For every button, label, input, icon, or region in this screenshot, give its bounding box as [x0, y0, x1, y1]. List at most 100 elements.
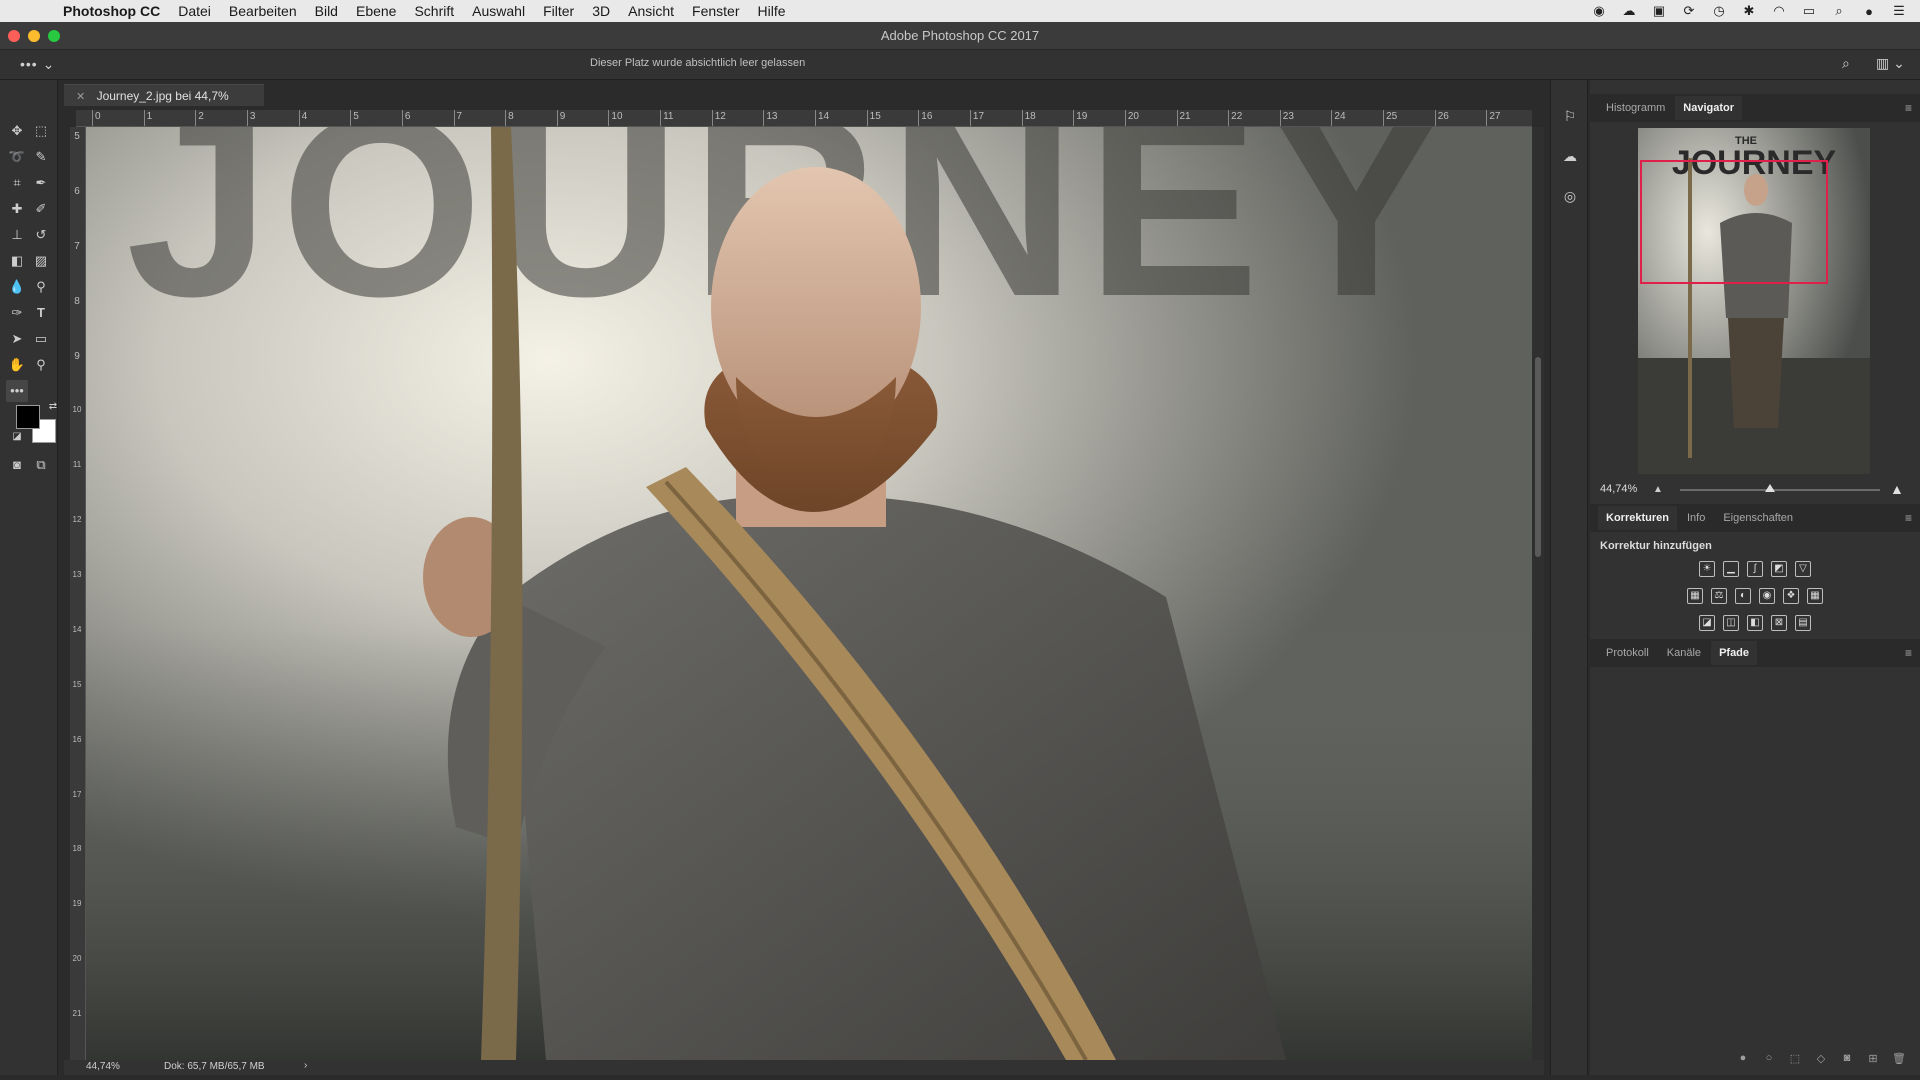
- selective-color-icon[interactable]: ⊠: [1771, 615, 1787, 631]
- gradient-map-icon[interactable]: ▤: [1795, 615, 1811, 631]
- vertical-scroll-thumb[interactable]: [1535, 357, 1541, 557]
- add-mask-icon[interactable]: ◙: [1840, 1052, 1854, 1066]
- make-work-path-icon[interactable]: ◇: [1814, 1052, 1828, 1066]
- screen-mode-icon[interactable]: ⧉: [30, 454, 52, 476]
- menu-schrift[interactable]: Schrift: [405, 0, 463, 22]
- history-brush-tool-icon[interactable]: ↺: [30, 224, 52, 246]
- hand-tool-icon[interactable]: ✋: [6, 354, 28, 376]
- exposure-icon[interactable]: ◩: [1771, 561, 1787, 577]
- zoom-out-mountain-icon[interactable]: ▲: [1653, 484, 1663, 495]
- status-zoom-value[interactable]: 44,74%: [86, 1061, 120, 1072]
- navigator-zoom-slider[interactable]: [1680, 484, 1880, 492]
- menu-hilfe[interactable]: Hilfe: [749, 0, 795, 22]
- tab-eigenschaften[interactable]: Eigenschaften: [1715, 506, 1801, 530]
- menu-3d[interactable]: 3D: [583, 0, 619, 22]
- siri-icon[interactable]: ●: [1860, 4, 1878, 19]
- creative-cloud-panel-icon[interactable]: ◎: [1560, 188, 1580, 208]
- brush-tool-icon[interactable]: ✐: [30, 198, 52, 220]
- crop-tool-icon[interactable]: ⌗: [6, 172, 28, 194]
- tab-histogramm[interactable]: Histogramm: [1598, 96, 1673, 120]
- rectangle-tool-icon[interactable]: ▭: [30, 328, 52, 350]
- tab-navigator[interactable]: Navigator: [1675, 96, 1743, 120]
- eyedropper-tool-icon[interactable]: ✒: [30, 172, 52, 194]
- menu-datei[interactable]: Datei: [169, 0, 220, 22]
- panel-menu-icon[interactable]: ≡: [1905, 101, 1912, 115]
- spotlight-search-icon[interactable]: ⌕: [1830, 3, 1848, 19]
- status-menu-arrow[interactable]: ›: [304, 1060, 307, 1071]
- panel-menu-icon[interactable]: ≡: [1905, 511, 1912, 525]
- stroke-path-icon[interactable]: ○: [1762, 1052, 1776, 1066]
- record-icon[interactable]: ◉: [1590, 3, 1608, 19]
- sync-icon[interactable]: ⟳: [1680, 3, 1698, 19]
- navigator-zoom-knob[interactable]: [1765, 484, 1775, 492]
- load-path-as-selection-icon[interactable]: ⬚: [1788, 1052, 1802, 1066]
- tab-pfade[interactable]: Pfade: [1711, 641, 1758, 665]
- edit-toolbar-icon[interactable]: •••: [6, 380, 28, 402]
- healing-brush-tool-icon[interactable]: ✚: [6, 198, 28, 220]
- curves-icon[interactable]: ∫: [1747, 561, 1763, 577]
- airplay-icon[interactable]: ▭: [1800, 3, 1818, 19]
- close-document-icon[interactable]: ✕: [76, 91, 85, 103]
- wifi-icon[interactable]: ◠: [1770, 3, 1788, 19]
- path-selection-tool-icon[interactable]: ➤: [6, 328, 28, 350]
- menu-fenster[interactable]: Fenster: [683, 0, 748, 22]
- vertical-ruler[interactable]: 5 6 7 8 9 10 11 12 13 14 15 16 17 18 19 20 21: [70, 127, 86, 1060]
- time-machine-icon[interactable]: ◷: [1710, 3, 1728, 19]
- tab-protokoll[interactable]: Protokoll: [1598, 641, 1657, 665]
- type-tool-icon[interactable]: T: [30, 302, 52, 324]
- brightness-contrast-icon[interactable]: ☀: [1699, 561, 1715, 577]
- marquee-tool-icon[interactable]: ⬚: [30, 120, 52, 142]
- tab-korrekturen[interactable]: Korrekturen: [1598, 506, 1677, 530]
- lasso-tool-icon[interactable]: ➰: [6, 146, 28, 168]
- menu-ansicht[interactable]: Ansicht: [619, 0, 683, 22]
- menu-bearbeiten[interactable]: Bearbeiten: [220, 0, 306, 22]
- gradient-tool-icon[interactable]: ▨: [30, 250, 52, 272]
- quick-mask-icon[interactable]: ◙: [6, 454, 28, 476]
- menu-auswahl[interactable]: Auswahl: [463, 0, 534, 22]
- tab-kanaele[interactable]: Kanäle: [1659, 641, 1709, 665]
- document-canvas[interactable]: JOURNEY: [86, 127, 1532, 1060]
- swap-colors-icon[interactable]: ⇄: [42, 396, 64, 418]
- character-panel-icon[interactable]: ⚐: [1560, 108, 1580, 128]
- hue-saturation-icon[interactable]: ▦: [1687, 588, 1703, 604]
- vibrance-icon[interactable]: ▽: [1795, 561, 1811, 577]
- channel-mixer-icon[interactable]: ❖: [1783, 588, 1799, 604]
- navigator-thumbnail[interactable]: THE JOURNEY: [1638, 128, 1870, 474]
- vertical-scrollbar[interactable]: [1532, 127, 1544, 1060]
- color-lookup-icon[interactable]: ▦: [1807, 588, 1823, 604]
- quick-selection-tool-icon[interactable]: ✎: [30, 146, 52, 168]
- search-icon[interactable]: ⌕: [1842, 55, 1850, 72]
- zoom-tool-icon[interactable]: ⚲: [30, 354, 52, 376]
- menu-bild[interactable]: Bild: [306, 0, 347, 22]
- navigator-zoom-value[interactable]: 44,74%: [1600, 483, 1637, 495]
- menu-ebene[interactable]: Ebene: [347, 0, 405, 22]
- fill-path-icon[interactable]: ●: [1736, 1052, 1750, 1066]
- levels-icon[interactable]: ▁: [1723, 561, 1739, 577]
- app-tray-icon[interactable]: ▣: [1650, 3, 1668, 19]
- panel-menu-icon[interactable]: ≡: [1905, 646, 1912, 660]
- creative-cloud-icon[interactable]: ☁: [1620, 3, 1638, 19]
- threshold-icon[interactable]: ◧: [1747, 615, 1763, 631]
- zoom-in-mountain-icon[interactable]: ▲: [1890, 481, 1904, 497]
- color-balance-icon[interactable]: ⚖: [1711, 588, 1727, 604]
- horizontal-ruler[interactable]: 0 1 2 3 4 5 6 7 8 9 10 11 12 13 14 15 16 17 18 19 20 21 22 23 24…: [76, 110, 1532, 127]
- document-tab[interactable]: ✕ Journey_2.jpg bei 44,7% (RGB/8): [64, 84, 264, 126]
- dodge-tool-icon[interactable]: ⚲: [30, 276, 52, 298]
- bluetooth-icon[interactable]: ✱: [1740, 3, 1758, 19]
- more-tools-button[interactable]: ••• ⌄: [20, 56, 55, 73]
- black-white-icon[interactable]: ◐: [1735, 588, 1751, 604]
- default-colors-icon[interactable]: ◪: [6, 426, 28, 448]
- clone-stamp-tool-icon[interactable]: ⊥: [6, 224, 28, 246]
- workspace-switcher-icon[interactable]: ▥ ⌄: [1876, 55, 1905, 72]
- tab-info[interactable]: Info: [1679, 506, 1713, 530]
- notification-center-icon[interactable]: ☰: [1890, 3, 1908, 19]
- blur-tool-icon[interactable]: 💧: [6, 276, 28, 298]
- menu-filter[interactable]: Filter: [534, 0, 583, 22]
- pen-tool-icon[interactable]: ✑: [6, 302, 28, 324]
- invert-icon[interactable]: ◪: [1699, 615, 1715, 631]
- delete-path-icon[interactable]: 🗑: [1892, 1052, 1906, 1066]
- new-path-icon[interactable]: ⊞: [1866, 1052, 1880, 1066]
- posterize-icon[interactable]: ◫: [1723, 615, 1739, 631]
- photo-filter-icon[interactable]: ◉: [1759, 588, 1775, 604]
- menu-photoshop[interactable]: Photoshop CC: [54, 0, 169, 22]
